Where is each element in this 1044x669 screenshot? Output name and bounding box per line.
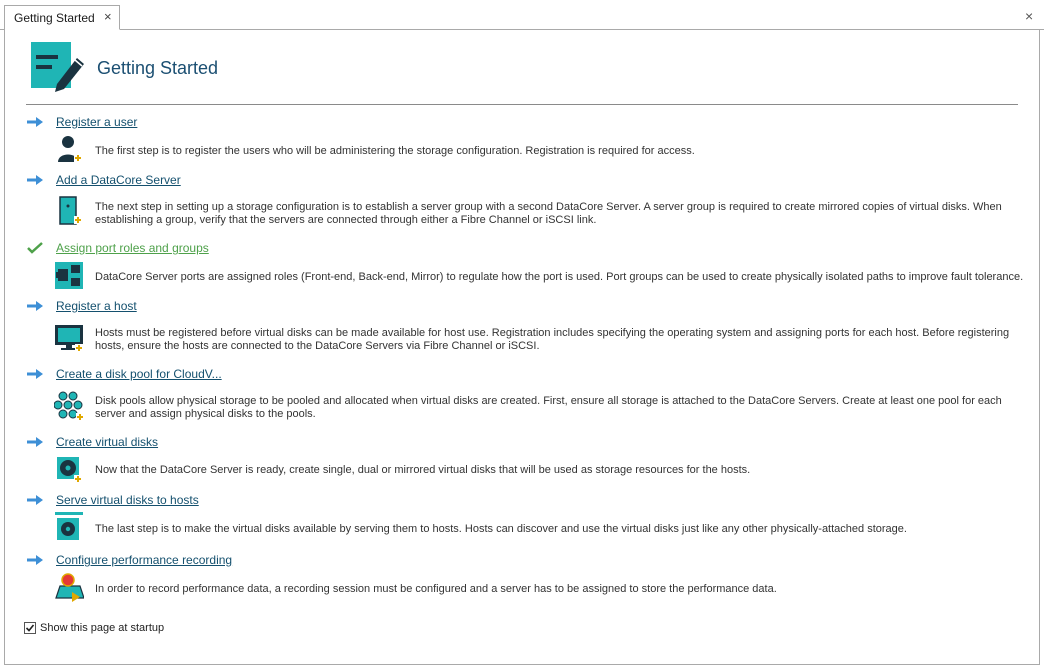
add-datacore-server-link[interactable]: Add a DataCore Server (56, 173, 181, 187)
window-close-icon[interactable]: × (1025, 9, 1033, 23)
host-monitor-icon (55, 325, 83, 352)
create-disk-pool-description: Disk pools allow physical storage to be … (95, 395, 1002, 420)
arrow-right-icon (27, 117, 43, 127)
tab-getting-started[interactable]: Getting Started × (4, 5, 120, 30)
arrow-right-icon (27, 175, 43, 185)
checkmark-icon (27, 242, 43, 254)
configure-performance-recording-link[interactable]: Configure performance recording (56, 553, 232, 567)
page-title: Getting Started (97, 58, 219, 78)
assign-port-roles-link[interactable]: Assign port roles and groups (56, 241, 209, 255)
tab-close-icon[interactable]: × (104, 10, 112, 24)
arrow-right-icon (27, 555, 43, 565)
virtual-disk-icon (57, 457, 82, 483)
notepad-pen-icon (31, 42, 84, 92)
add-datacore-server-description: The next step in setting up a storage co… (95, 201, 1002, 226)
header-divider (26, 104, 1018, 105)
serve-virtual-disks-link[interactable]: Serve virtual disks to hosts (56, 493, 199, 507)
register-user-link[interactable]: Register a user (56, 115, 137, 129)
serve-virtual-disks-description: The last step is to make the virtual dis… (95, 523, 907, 535)
port-icon (55, 262, 83, 289)
serve-disk-icon (55, 512, 83, 540)
user-add-icon (58, 136, 82, 162)
create-virtual-disks-description: Now that the DataCore Server is ready, c… (95, 464, 751, 476)
checkmark-icon (25, 624, 35, 632)
getting-started-window: Getting Started × × Getting Started Regi… (0, 0, 1044, 669)
show-at-startup-checkbox[interactable] (24, 622, 36, 634)
arrow-right-icon (27, 495, 43, 505)
disk-pool-icon (54, 391, 84, 421)
performance-recording-icon (55, 573, 84, 602)
create-disk-pool-link[interactable]: Create a disk pool for CloudV... (56, 367, 222, 381)
register-host-description: Hosts must be registered before virtual … (95, 327, 1010, 352)
configure-performance-recording-description: In order to record performance data, a r… (95, 583, 777, 595)
arrow-right-icon (27, 437, 43, 447)
register-user-description: The first step is to register the users … (95, 145, 695, 157)
server-icon (59, 196, 82, 225)
create-virtual-disks-link[interactable]: Create virtual disks (56, 435, 158, 449)
assign-port-roles-description: DataCore Server ports are assigned roles… (95, 271, 1024, 283)
tab-strip: Getting Started × × (0, 0, 1044, 30)
show-at-startup-label: Show this page at startup (40, 622, 165, 634)
register-host-link[interactable]: Register a host (56, 299, 137, 313)
tab-label: Getting Started (14, 11, 95, 25)
arrow-right-icon (27, 301, 43, 311)
arrow-right-icon (27, 369, 43, 379)
